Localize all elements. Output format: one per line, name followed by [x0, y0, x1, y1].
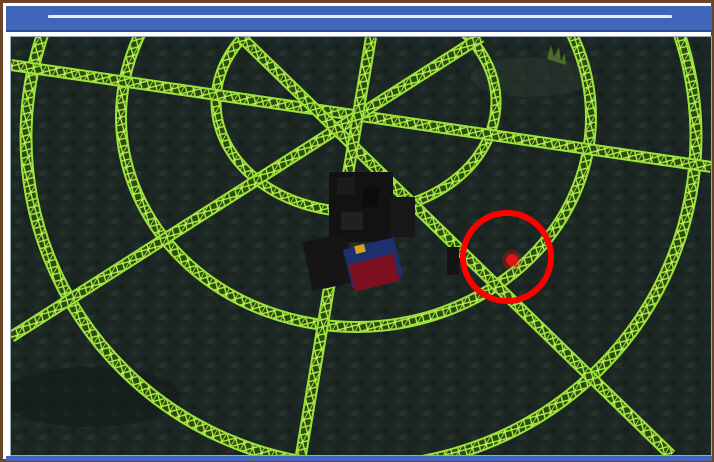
game-scene [11, 37, 711, 455]
bottom-bar [6, 456, 712, 461]
title-bar [6, 6, 712, 32]
player-arm [389, 197, 415, 237]
player-shadow-block [447, 247, 459, 275]
window-frame [0, 0, 714, 462]
game-viewport[interactable] [10, 36, 712, 456]
title-underline [48, 15, 672, 18]
